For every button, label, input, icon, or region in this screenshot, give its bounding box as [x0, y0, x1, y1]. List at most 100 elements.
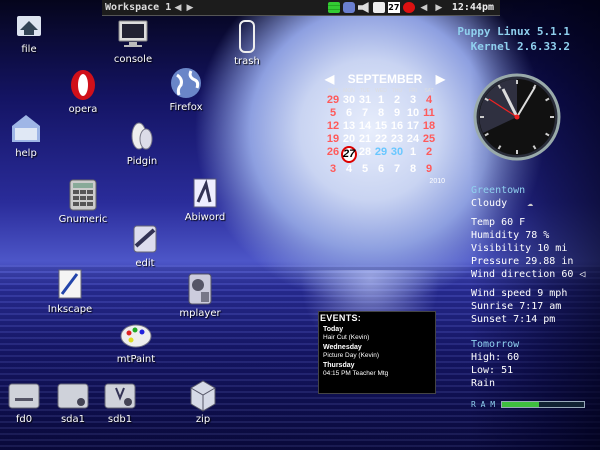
- calendar-day[interactable]: 30: [341, 94, 357, 107]
- calendar-day[interactable]: 4: [341, 163, 357, 176]
- calendar-day[interactable]: 15: [373, 120, 389, 133]
- calendar-day[interactable]: 26: [325, 146, 341, 163]
- calendar-day[interactable]: 23: [389, 133, 405, 146]
- desktop-icon-abiword[interactable]: Abiword: [170, 176, 240, 223]
- event-day: Thursday: [323, 362, 355, 369]
- workspace-label[interactable]: Workspace 1: [102, 2, 172, 13]
- desktop-icon-file[interactable]: file: [0, 8, 64, 55]
- calendar-next-arrow[interactable]: ▶: [436, 72, 445, 86]
- calendar-prev-arrow[interactable]: ◀: [325, 72, 334, 86]
- calendar-day[interactable]: 18: [421, 120, 437, 133]
- desktop-icon-label: trash: [234, 56, 260, 67]
- calendar-day[interactable]: 2: [389, 94, 405, 107]
- desktop-icon-gnumeric[interactable]: Gnumeric: [48, 178, 118, 225]
- keyboard-icon[interactable]: [372, 2, 385, 13]
- opera-tray-icon[interactable]: [402, 2, 415, 13]
- low-label: Low:: [471, 365, 496, 376]
- desktop-icon-zip[interactable]: zip: [168, 378, 238, 425]
- pressure-label: Pressure: [471, 256, 520, 267]
- calendar-day[interactable]: 30: [389, 146, 405, 163]
- calendar-day[interactable]: 21: [357, 133, 373, 146]
- weather-temp-row: Temp 60 F: [471, 216, 596, 229]
- event-day: Wednesday: [323, 344, 362, 351]
- calendar-day[interactable]: 9: [389, 107, 405, 120]
- tomorrow-label: Tomorrow: [471, 339, 520, 350]
- calendar-day[interactable]: 22: [373, 133, 389, 146]
- desktop-icon-label: Pidgin: [126, 156, 158, 167]
- calendar-day[interactable]: 28: [357, 146, 373, 163]
- desktop-icon-label: console: [113, 54, 153, 65]
- network-icon[interactable]: [342, 2, 355, 13]
- system-tray: 27 ◀ ▶ 12:44pm: [327, 2, 500, 13]
- visibility-value: 10 mi: [537, 243, 568, 254]
- calendar-day[interactable]: 1: [405, 146, 421, 163]
- calendar-day[interactable]: 19: [325, 133, 341, 146]
- tomorrow-condition: Rain: [471, 378, 496, 389]
- tray-prev-arrow[interactable]: ◀: [418, 3, 430, 13]
- desktop-icon-console[interactable]: console: [98, 18, 168, 65]
- calendar-day[interactable]: 10: [405, 107, 421, 120]
- calendar-day[interactable]: 12: [325, 120, 341, 133]
- calendar-day[interactable]: 5: [357, 163, 373, 176]
- desktop-icon-trash[interactable]: trash: [212, 20, 282, 67]
- desktop-icon-pidgin[interactable]: Pidgin: [107, 120, 177, 167]
- tomorrow-high-row: High: 60: [471, 351, 596, 364]
- desktop-icon-inkscape[interactable]: Inkscape: [35, 268, 105, 315]
- high-value: 60: [507, 352, 520, 363]
- calendar-day[interactable]: 24: [405, 133, 421, 146]
- battery-icon[interactable]: [327, 2, 340, 13]
- calendar-day[interactable]: 17: [405, 120, 421, 133]
- calendar-day[interactable]: 27: [341, 146, 357, 163]
- weather-condition: Cloudy: [471, 198, 508, 209]
- date-badge[interactable]: 27: [387, 2, 400, 13]
- calendar-day[interactable]: 9: [421, 163, 437, 176]
- desktop-icon-label: Inkscape: [47, 304, 93, 315]
- tomorrow-low-row: Low: 51: [471, 364, 596, 377]
- calendar-day[interactable]: 31: [357, 94, 373, 107]
- calendar-day[interactable]: 6: [341, 107, 357, 120]
- edit-icon: [133, 225, 157, 253]
- desktop-icon-mplayer[interactable]: mplayer: [165, 272, 235, 319]
- next-workspace-arrow[interactable]: ▶: [184, 3, 196, 13]
- high-label: High:: [471, 352, 502, 363]
- calendar-day[interactable]: 8: [405, 163, 421, 176]
- calendar-day[interactable]: 20: [341, 133, 357, 146]
- prev-workspace-arrow[interactable]: ◀: [172, 3, 184, 13]
- calendar-day[interactable]: 16: [389, 120, 405, 133]
- spreadsheet-icon: [69, 179, 97, 211]
- desktop-icon-firefox[interactable]: Firefox: [151, 66, 221, 113]
- tray-next-arrow[interactable]: ▶: [433, 3, 445, 13]
- calendar-day[interactable]: 14: [357, 120, 373, 133]
- calendar-day[interactable]: 13: [341, 120, 357, 133]
- calendar-day[interactable]: 5: [325, 107, 341, 120]
- calendar-day[interactable]: 2: [421, 146, 437, 163]
- calendar-day[interactable]: 1: [373, 94, 389, 107]
- desktop-icon-sdb1[interactable]: sdb1: [85, 378, 155, 425]
- calendar-day[interactable]: 29: [373, 146, 389, 163]
- calendar-day[interactable]: 8: [373, 107, 389, 120]
- desktop-icon-label: help: [15, 148, 37, 159]
- desktop-icon-opera[interactable]: opera: [48, 68, 118, 115]
- desktop-icon-label: Firefox: [169, 102, 203, 113]
- weather-sunrise-row: Sunrise 7:17 am: [471, 300, 596, 313]
- taskbar-clock[interactable]: 12:44pm: [448, 2, 494, 13]
- desktop-icon-help[interactable]: help: [0, 112, 61, 159]
- calendar-day[interactable]: 25: [421, 133, 437, 146]
- desktop-icon-mtpaint[interactable]: mtPaint: [101, 318, 171, 365]
- humidity-label: Humidity: [471, 230, 520, 241]
- calendar-day[interactable]: 29: [325, 94, 341, 107]
- usb-drive-icon: [104, 383, 136, 409]
- calendar-day[interactable]: 7: [357, 107, 373, 120]
- volume-icon[interactable]: [357, 2, 369, 13]
- calendar-day[interactable]: 4: [421, 94, 437, 107]
- event-text: Picture Day (Kevin): [323, 352, 379, 359]
- calendar-day[interactable]: 3: [325, 163, 341, 176]
- system-info: Puppy Linux 5.1.1 Kernel 2.6.33.2: [457, 24, 570, 54]
- palette-icon: [120, 324, 152, 348]
- inkscape-icon: [58, 269, 82, 299]
- desktop-icon-edit[interactable]: edit: [110, 222, 180, 269]
- calendar-day[interactable]: 3: [405, 94, 421, 107]
- calendar-day[interactable]: 11: [421, 107, 437, 120]
- calendar-day[interactable]: 6: [373, 163, 389, 176]
- calendar-day[interactable]: 7: [389, 163, 405, 176]
